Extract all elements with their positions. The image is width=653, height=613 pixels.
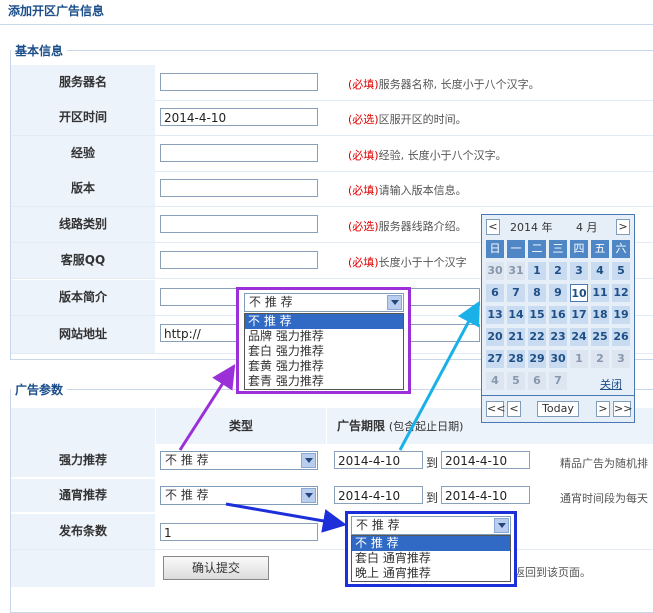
blue-arrow [225, 502, 347, 533]
annotation-arrows [178, 300, 480, 533]
cyan-arrow [398, 300, 480, 451]
purple-arrow [178, 363, 236, 451]
